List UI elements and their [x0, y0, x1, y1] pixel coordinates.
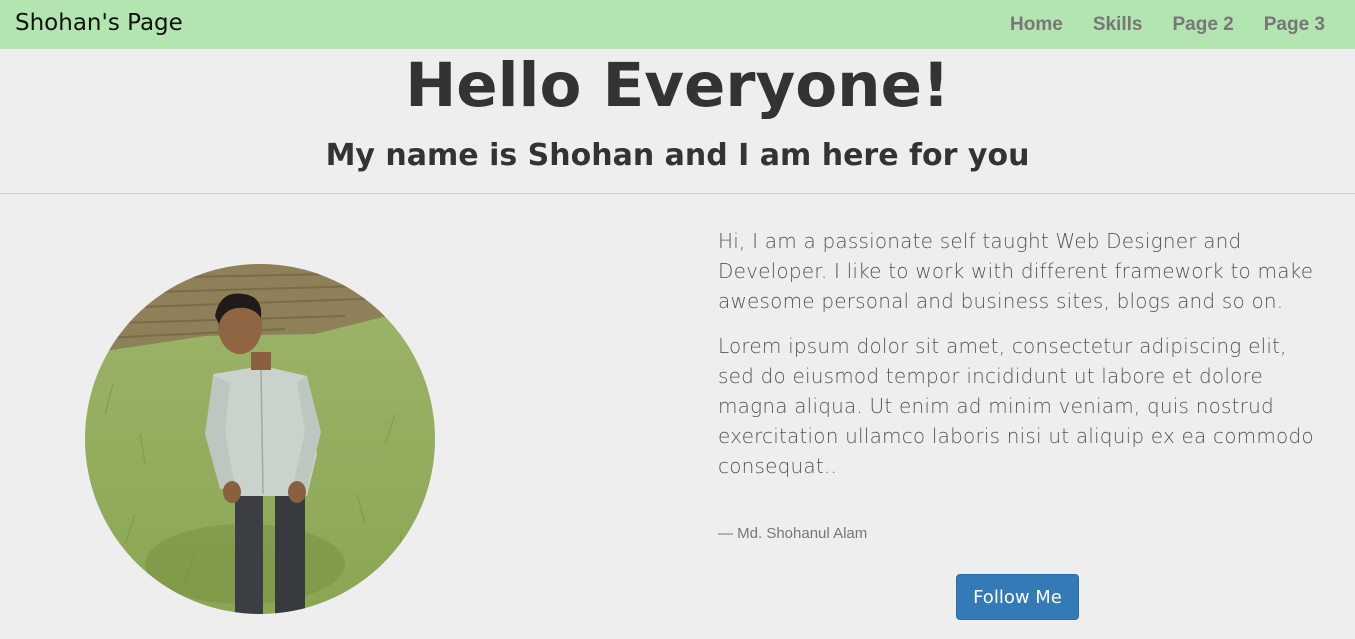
follow-me-button[interactable]: Follow Me [956, 574, 1079, 620]
profile-photo-illustration [85, 264, 435, 614]
brand-link[interactable]: Shohan's Page [15, 10, 183, 36]
bio-section: Hi, I am a passionate self taught Web De… [718, 226, 1318, 496]
hero-title: Hello Everyone! [405, 50, 950, 121]
section-divider [0, 193, 1355, 194]
hero-subtitle: My name is Shohan and I am here for you [325, 138, 1030, 173]
author-byline: — Md. Shohanul Alam [718, 525, 868, 542]
nav-link-home[interactable]: Home [995, 14, 1078, 36]
profile-photo [85, 264, 435, 614]
bio-paragraph-intro: Hi, I am a passionate self taught Web De… [718, 229, 1314, 313]
nav-link-page-2[interactable]: Page 2 [1157, 14, 1248, 36]
nav-links: Home Skills Page 2 Page 3 [995, 0, 1355, 49]
nav-link-page-3[interactable]: Page 3 [1249, 14, 1355, 36]
navbar: Shohan's Page Home Skills Page 2 Page 3 [0, 0, 1355, 49]
nav-link-skills[interactable]: Skills [1078, 14, 1158, 36]
bio-paragraph-lorem: Lorem ipsum dolor sit amet, consectetur … [718, 334, 1314, 478]
